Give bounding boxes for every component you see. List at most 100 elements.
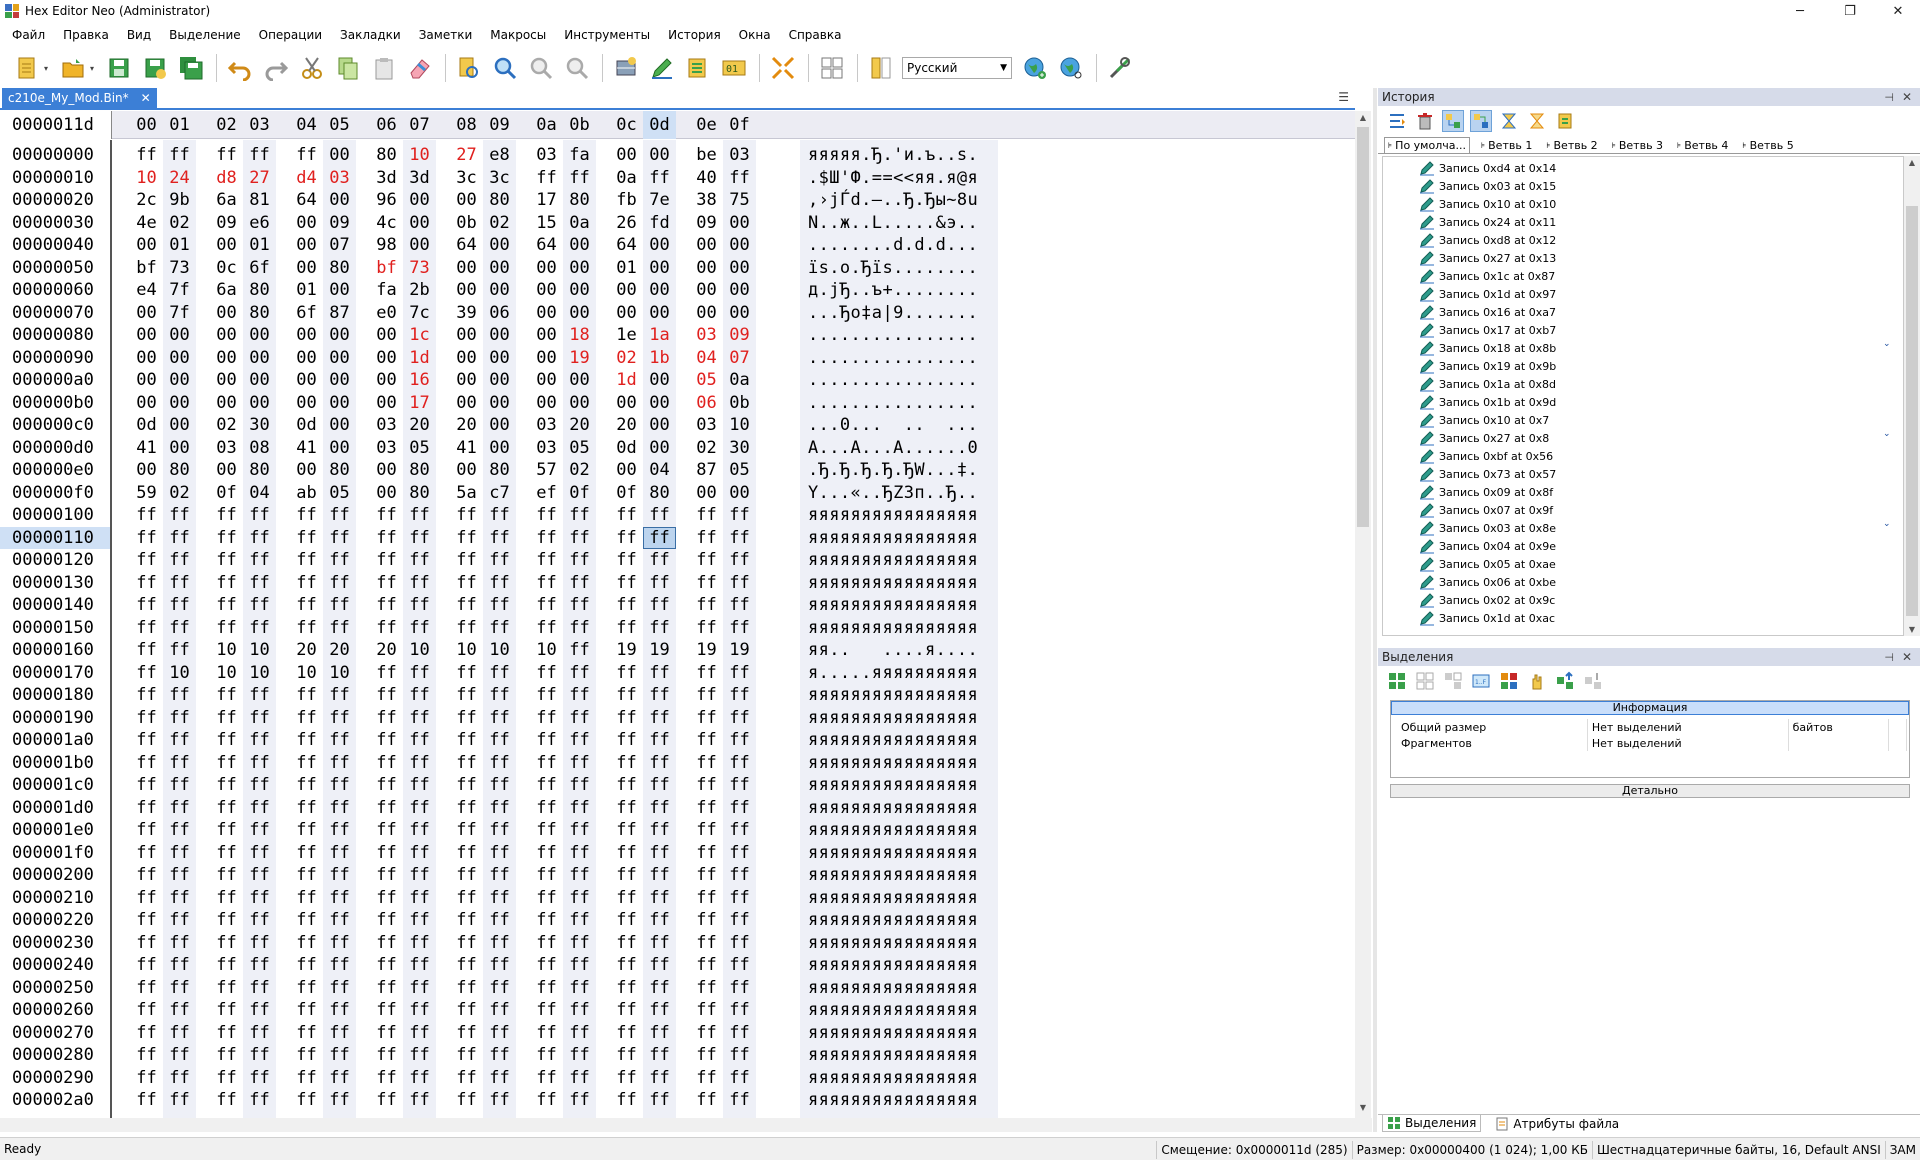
hex-byte[interactable]: ff <box>450 864 483 887</box>
hex-byte[interactable]: 19 <box>690 639 723 662</box>
hex-byte[interactable]: ff <box>563 707 596 730</box>
hex-byte[interactable]: ff <box>370 527 403 550</box>
hex-byte[interactable]: 00 <box>450 392 483 415</box>
eraser-icon[interactable] <box>405 53 435 83</box>
hex-byte[interactable]: 00 <box>323 324 356 347</box>
cut-icon[interactable] <box>297 53 327 83</box>
hex-byte[interactable]: ff <box>323 752 356 775</box>
hex-byte[interactable]: 87 <box>690 459 723 482</box>
hex-byte[interactable]: ff <box>163 1044 196 1067</box>
hex-byte[interactable]: ff <box>403 662 436 685</box>
hex-byte[interactable]: 17 <box>403 392 436 415</box>
hex-byte[interactable]: 00 <box>450 279 483 302</box>
hex-byte[interactable]: ff <box>723 572 756 595</box>
hex-byte[interactable]: ff <box>290 774 323 797</box>
chevron-down-icon[interactable]: ⌄ <box>1883 519 1891 529</box>
history-item[interactable]: Запись 0x19 at 0x9b <box>1419 357 1556 375</box>
hex-byte[interactable]: ff <box>323 1067 356 1090</box>
hex-byte[interactable]: 41 <box>290 437 323 460</box>
tab-file-attributes[interactable]: Атрибуты файла <box>1491 1115 1623 1132</box>
hex-byte[interactable]: ff <box>323 932 356 955</box>
minimize-button[interactable]: ─ <box>1780 0 1820 22</box>
hex-byte[interactable]: ff <box>243 549 276 572</box>
close-button[interactable]: ✕ <box>1878 0 1918 22</box>
hex-byte[interactable]: ff <box>723 617 756 640</box>
hex-byte[interactable]: ff <box>690 594 723 617</box>
hex-byte[interactable]: 00 <box>370 482 403 505</box>
hex-byte[interactable]: ff <box>610 504 643 527</box>
hex-byte[interactable]: ff <box>450 797 483 820</box>
hex-byte[interactable]: ff <box>323 774 356 797</box>
hex-byte[interactable]: 00 <box>530 369 563 392</box>
hex-byte[interactable]: ff <box>130 617 163 640</box>
hex-byte[interactable]: ff <box>483 774 516 797</box>
history-item[interactable]: Запись 0x24 at 0x11 <box>1419 213 1556 231</box>
hex-byte[interactable]: ff <box>530 729 563 752</box>
hex-byte[interactable]: ff <box>643 572 676 595</box>
history-branch-tab[interactable]: ⊧ Ветвь 2 <box>1543 137 1600 153</box>
tab-document[interactable]: c210e_My_Mod.Bin* ✕ <box>2 88 157 108</box>
hex-byte[interactable]: ff <box>450 572 483 595</box>
hex-byte[interactable]: ff <box>690 729 723 752</box>
hex-byte[interactable]: 80 <box>370 144 403 167</box>
hex-vertical-scrollbar[interactable]: ▲ ▼ <box>1355 111 1371 1119</box>
hex-byte[interactable]: ff <box>243 1044 276 1067</box>
hex-byte[interactable]: ff <box>163 864 196 887</box>
hex-byte[interactable]: ff <box>370 617 403 640</box>
hex-byte[interactable]: ff <box>130 684 163 707</box>
hex-byte[interactable]: ff <box>483 527 516 550</box>
hex-byte[interactable]: ff <box>450 1089 483 1112</box>
hex-byte[interactable]: e4 <box>130 279 163 302</box>
hex-byte[interactable]: 00 <box>130 459 163 482</box>
scroll-down-icon[interactable]: ▼ <box>1904 625 1920 634</box>
text-row[interactable]: яяяяяяяяяяяяяяяя <box>808 729 978 752</box>
history-scrollbar[interactable]: ▲ ▼ <box>1904 156 1920 636</box>
hex-byte[interactable]: 10 <box>130 167 163 190</box>
hex-byte[interactable]: ff <box>483 504 516 527</box>
select-grid-icon[interactable] <box>1386 670 1408 692</box>
hex-byte[interactable]: 00 <box>210 302 243 325</box>
history-item[interactable]: Запись 0x06 at 0xbe <box>1419 573 1556 591</box>
hex-byte[interactable]: 19 <box>643 639 676 662</box>
text-row[interactable]: яяяяяяяяяяяяяяяя <box>808 909 978 932</box>
hex-byte[interactable]: ff <box>643 887 676 910</box>
hex-byte[interactable]: ff <box>323 797 356 820</box>
history-item[interactable]: Запись 0xd4 at 0x14 <box>1419 159 1556 177</box>
hex-byte[interactable]: 00 <box>290 347 323 370</box>
hex-byte[interactable]: ff <box>643 729 676 752</box>
hex-byte[interactable]: 02 <box>163 482 196 505</box>
hex-byte[interactable]: 00 <box>643 279 676 302</box>
hex-byte[interactable]: 00 <box>130 369 163 392</box>
hex-byte[interactable]: 00 <box>323 437 356 460</box>
text-row[interactable]: яяяяяяяяяяяяяяяя <box>808 707 978 730</box>
hex-byte[interactable]: 26 <box>610 212 643 235</box>
hex-byte[interactable]: ff <box>643 504 676 527</box>
hex-byte[interactable]: 00 <box>323 189 356 212</box>
hex-byte[interactable]: 04 <box>690 347 723 370</box>
hex-byte[interactable]: 57 <box>530 459 563 482</box>
hex-byte[interactable]: 20 <box>403 414 436 437</box>
hex-byte[interactable]: 0d <box>610 437 643 460</box>
hex-byte[interactable]: ff <box>723 707 756 730</box>
hex-byte[interactable]: ff <box>210 909 243 932</box>
history-item[interactable]: Запись 0x73 at 0x57 <box>1419 465 1556 483</box>
hex-byte[interactable]: 00 <box>723 279 756 302</box>
hex-byte[interactable]: ff <box>370 752 403 775</box>
hex-byte[interactable]: ff <box>130 1044 163 1067</box>
hex-byte[interactable]: ff <box>690 707 723 730</box>
hex-byte[interactable]: 10 <box>403 144 436 167</box>
hex-byte[interactable]: ff <box>563 594 596 617</box>
hex-byte[interactable]: 00 <box>530 324 563 347</box>
history-branch-tab[interactable]: ⊧ Ветвь 4 <box>1674 137 1731 153</box>
hex-byte[interactable]: 64 <box>450 234 483 257</box>
hex-byte[interactable]: ff <box>130 954 163 977</box>
hex-byte[interactable]: 0a <box>723 369 756 392</box>
hex-byte[interactable]: ff <box>483 662 516 685</box>
hex-byte[interactable]: ff <box>210 1067 243 1090</box>
hex-byte[interactable]: 00 <box>130 392 163 415</box>
hex-byte[interactable]: 00 <box>563 257 596 280</box>
hex-byte[interactable]: ff <box>530 1089 563 1112</box>
hex-byte[interactable]: ff <box>450 842 483 865</box>
hex-byte[interactable]: ff <box>323 1089 356 1112</box>
hex-byte[interactable]: 00 <box>450 189 483 212</box>
